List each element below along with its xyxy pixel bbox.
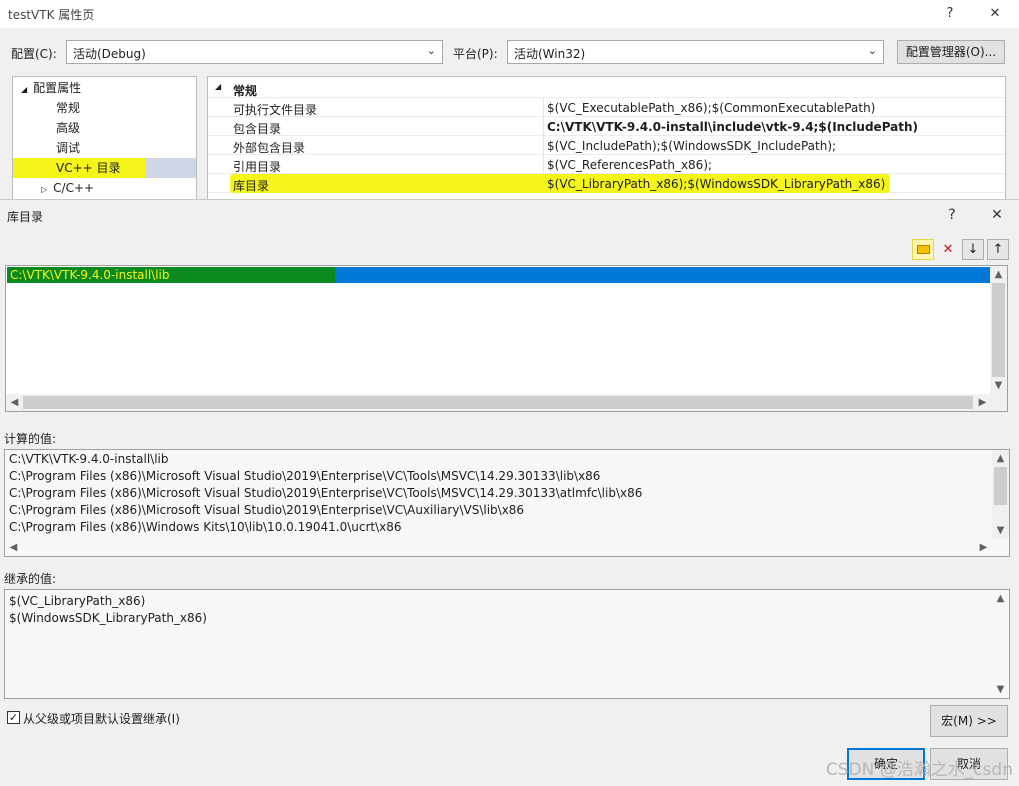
chevron-down-icon: ⌄	[426, 44, 436, 57]
expander-icon[interactable]: ▷	[41, 185, 47, 194]
inherit-checkbox[interactable]: ✓	[7, 711, 20, 724]
tree-item-advanced[interactable]: 高级	[56, 118, 80, 138]
list-item: C:\VTK\VTK-9.4.0-install\lib	[9, 452, 169, 466]
horizontal-scrollbar[interactable]: ◀ ▶	[5, 539, 1009, 556]
inherit-checkbox-label[interactable]: 从父级或项目默认设置继承(I)	[23, 710, 180, 727]
config-label: 配置(C):	[11, 47, 57, 61]
directory-entry-list[interactable]: C:\VTK\VTK-9.4.0-install\lib ▲ ▼ ◀ ▶	[5, 265, 1008, 412]
platform-label: 平台(P):	[453, 47, 498, 61]
property-pages-title: testVTK 属性页	[8, 8, 95, 22]
new-line-button[interactable]	[912, 239, 934, 260]
grid-row-name: 包含目录	[233, 122, 282, 136]
scroll-thumb[interactable]	[994, 467, 1007, 505]
collapse-icon[interactable]: ◢	[215, 82, 221, 91]
close-icon[interactable]: ✕	[986, 204, 1008, 226]
new-line-icon	[916, 245, 930, 254]
scroll-down-icon[interactable]: ▼	[992, 522, 1009, 539]
help-button[interactable]: ?	[939, 4, 961, 24]
tree-item-debugging[interactable]: 调试	[56, 138, 80, 158]
move-down-button[interactable]: ↓	[962, 239, 984, 260]
tree-item-label: VC++ 目录	[56, 161, 121, 175]
vertical-scrollbar[interactable]: ▲ ▼	[990, 266, 1007, 394]
inherited-values-label: 继承的值:	[4, 572, 57, 586]
scroll-thumb[interactable]	[23, 396, 973, 409]
grid-row-value: C:\VTK\VTK-9.4.0-install\include\vtk-9.4…	[547, 120, 919, 134]
watermark: CSDN @浩瀚之水_csdn	[825, 760, 1013, 780]
close-icon[interactable]: ✕	[984, 4, 1006, 24]
arrow-up-icon: ↑	[992, 242, 1004, 257]
grid-row-name: 可执行文件目录	[233, 103, 318, 117]
list-item: C:\Program Files (x86)\Windows Kits\10\l…	[9, 520, 402, 534]
scroll-left-icon[interactable]: ◀	[5, 539, 22, 556]
horizontal-scrollbar[interactable]: ◀ ▶	[6, 394, 1007, 411]
scroll-up-icon[interactable]: ▲	[992, 590, 1009, 607]
column-separator	[543, 117, 544, 136]
column-separator	[543, 155, 544, 174]
list-item: C:\Program Files (x86)\Microsoft Visual …	[9, 469, 601, 483]
grid-row-reference-dirs[interactable]: 引用目录 $(VC_ReferencesPath_x86);	[208, 155, 1005, 174]
scroll-up-icon[interactable]: ▲	[992, 450, 1009, 467]
config-combo-value: 活动(Debug)	[73, 47, 146, 61]
tree-item-vc-directories[interactable]: VC++ 目录	[13, 158, 196, 178]
computed-values-label: 计算的值:	[4, 432, 57, 446]
arrow-down-icon: ↓	[967, 242, 979, 257]
list-item: C:\Program Files (x86)\Microsoft Visual …	[9, 503, 525, 517]
config-combo[interactable]: 活动(Debug) ⌄	[66, 40, 443, 64]
grid-section-header[interactable]: ◢ 常规	[208, 79, 1005, 98]
grid-row-external-include-dirs[interactable]: 外部包含目录 $(VC_IncludePath);$(WindowsSDK_In…	[208, 136, 1005, 155]
scroll-left-icon[interactable]: ◀	[6, 394, 23, 411]
scroll-right-icon[interactable]: ▶	[974, 394, 991, 411]
tree-item-label: C/C++	[53, 181, 95, 195]
computed-values-list: C:\VTK\VTK-9.4.0-install\lib C:\Program …	[4, 449, 1010, 557]
property-pages-window: testVTK 属性页 ? ✕ 配置(C): 活动(Debug) ⌄ 平台(P)…	[0, 0, 1019, 200]
move-up-button[interactable]: ↑	[987, 239, 1009, 260]
vertical-scrollbar[interactable]: ▲ ▼	[992, 450, 1009, 539]
expander-icon[interactable]: ◢	[21, 85, 27, 94]
property-tree: ◢ 配置属性 常规 高级 调试 VC++ 目录 ▷ C/C++	[12, 76, 197, 200]
config-manager-button[interactable]: 配置管理器(O)...	[897, 40, 1005, 64]
grid-row-executable-dirs[interactable]: 可执行文件目录 $(VC_ExecutablePath_x86);$(Commo…	[208, 98, 1005, 117]
grid-row-include-dirs[interactable]: 包含目录 C:\VTK\VTK-9.4.0-install\include\vt…	[208, 117, 1005, 136]
scroll-right-icon[interactable]: ▶	[975, 539, 992, 556]
dialog-title: 库目录	[7, 210, 44, 224]
grid-row-value: $(VC_IncludePath);$(WindowsSDK_IncludePa…	[547, 139, 837, 153]
tree-item-c-cpp[interactable]: ▷ C/C++	[41, 178, 94, 198]
column-separator	[543, 136, 544, 155]
help-button[interactable]: ?	[941, 204, 963, 226]
scroll-thumb[interactable]	[992, 283, 1005, 377]
list-item: C:\Program Files (x86)\Microsoft Visual …	[9, 486, 643, 500]
grid-row-value: $(VC_ExecutablePath_x86);$(CommonExecuta…	[547, 101, 876, 115]
scroll-down-icon[interactable]: ▼	[990, 377, 1007, 394]
list-item-text[interactable]: C:\VTK\VTK-9.4.0-install\lib	[10, 268, 170, 282]
list-item-selected[interactable]: C:\VTK\VTK-9.4.0-install\lib	[7, 267, 990, 283]
scroll-up-icon[interactable]: ▲	[990, 266, 1007, 283]
column-separator	[543, 98, 544, 117]
tree-item-general[interactable]: 常规	[56, 98, 80, 118]
vertical-scrollbar[interactable]: ▲ ▼	[992, 590, 1009, 698]
grid-section-label: 常规	[233, 84, 258, 98]
chevron-down-icon: ⌄	[867, 44, 877, 57]
list-item: $(WindowsSDK_LibraryPath_x86)	[9, 611, 207, 625]
delete-line-button[interactable]: ✕	[937, 239, 959, 260]
grid-row-name: 引用目录	[233, 160, 282, 174]
tree-item-label: 配置属性	[33, 81, 82, 95]
delete-icon: ✕	[942, 242, 954, 257]
library-directories-dialog: 库目录 ? ✕ ✕ ↓ ↑ C:\VTK\VTK-9.4.0-install\l…	[0, 199, 1019, 786]
property-pages-titlebar: testVTK 属性页 ? ✕	[0, 0, 1019, 28]
tree-item-config-properties[interactable]: ◢ 配置属性	[21, 78, 81, 98]
grid-row-library-dirs[interactable]: 库目录 $(VC_LibraryPath_x86);$(WindowsSDK_L…	[208, 174, 1005, 193]
macro-button[interactable]: 宏(M) >>	[930, 705, 1008, 737]
scroll-down-icon[interactable]: ▼	[992, 681, 1009, 698]
list-item: $(VC_LibraryPath_x86)	[9, 594, 146, 608]
platform-combo-value: 活动(Win32)	[514, 47, 586, 61]
grid-row-value: $(VC_ReferencesPath_x86);	[547, 158, 713, 172]
property-grid: ◢ 常规 可执行文件目录 $(VC_ExecutablePath_x86);$(…	[207, 76, 1006, 200]
grid-row-name: 库目录	[233, 179, 270, 193]
grid-row-value: $(VC_LibraryPath_x86);$(WindowsSDK_Libra…	[547, 177, 886, 191]
grid-row-name: 外部包含目录	[233, 141, 306, 155]
platform-combo[interactable]: 活动(Win32) ⌄	[507, 40, 884, 64]
inherited-values-list: $(VC_LibraryPath_x86) $(WindowsSDK_Libra…	[4, 589, 1010, 699]
